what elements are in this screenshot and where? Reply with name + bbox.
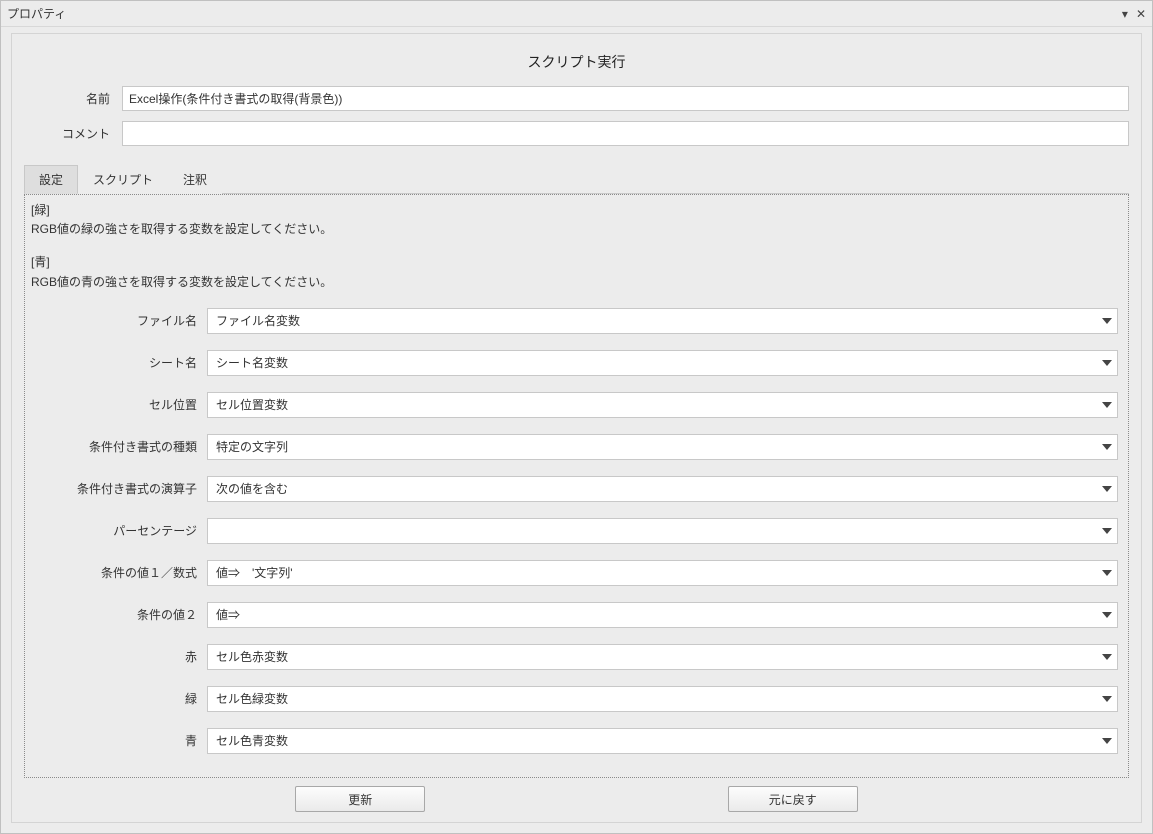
condval2-combo[interactable] [207,602,1118,628]
button-row: 更新 元に戻す [24,778,1129,814]
condtype-label: 条件付き書式の種類 [31,438,199,455]
window-title: プロパティ [7,5,1122,22]
condop-label: 条件付き書式の演算子 [31,480,199,497]
percentage-combo[interactable] [207,518,1118,544]
scroll-area[interactable]: [緑] RGB値の緑の強さを取得する変数を設定してください。 [青] RGB値の… [29,199,1124,773]
condtype-input[interactable] [207,434,1118,460]
cellpos-input[interactable] [207,392,1118,418]
red-input[interactable] [207,644,1118,670]
tab-bar: 設定 スクリプト 注釈 [24,164,1129,194]
titlebar: プロパティ ▾ ✕ [1,1,1152,27]
condval1-combo[interactable] [207,560,1118,586]
condval1-input[interactable] [207,560,1118,586]
red-row: 赤 [31,644,1118,670]
blue-combo[interactable] [207,728,1118,754]
name-label: 名前 [24,90,114,107]
name-row: 名前 [24,86,1129,111]
comment-label: コメント [24,125,114,142]
update-button[interactable]: 更新 [295,786,425,812]
condval2-label: 条件の値２ [31,606,199,623]
filename-label: ファイル名 [31,312,199,329]
cellpos-row: セル位置 [31,392,1118,418]
red-combo[interactable] [207,644,1118,670]
blue-desc-text: RGB値の青の強さを取得する変数を設定してください。 [31,273,1120,292]
percentage-input[interactable] [207,518,1118,544]
blue-label: 青 [31,732,199,749]
sheetname-label: シート名 [31,354,199,371]
condval2-row: 条件の値２ [31,602,1118,628]
tab-content: [緑] RGB値の緑の強さを取得する変数を設定してください。 [青] RGB値の… [24,194,1129,778]
description-block: [緑] RGB値の緑の強さを取得する変数を設定してください。 [青] RGB値の… [31,201,1120,292]
condval2-input[interactable] [207,602,1118,628]
cellpos-label: セル位置 [31,396,199,413]
tab-script[interactable]: スクリプト [78,165,168,194]
percentage-label: パーセンテージ [31,522,199,539]
tab-annotation[interactable]: 注釈 [168,165,222,194]
condval1-label: 条件の値１／数式 [31,564,199,581]
green-input[interactable] [207,686,1118,712]
green-desc-text: RGB値の緑の強さを取得する変数を設定してください。 [31,220,1120,239]
name-input[interactable] [122,86,1129,111]
filename-row: ファイル名 [31,308,1118,334]
cellpos-combo[interactable] [207,392,1118,418]
dropdown-icon[interactable]: ▾ [1122,8,1128,20]
revert-button[interactable]: 元に戻す [728,786,858,812]
blue-input[interactable] [207,728,1118,754]
properties-window: プロパティ ▾ ✕ スクリプト実行 名前 コメント 設定 スクリプト 注釈 [0,0,1153,834]
red-label: 赤 [31,648,199,665]
filename-combo[interactable] [207,308,1118,334]
filename-input[interactable] [207,308,1118,334]
condtype-row: 条件付き書式の種類 [31,434,1118,460]
green-combo[interactable] [207,686,1118,712]
comment-row: コメント [24,121,1129,146]
header-fields: 名前 コメント [24,86,1129,146]
green-label: 緑 [31,690,199,707]
condop-row: 条件付き書式の演算子 [31,476,1118,502]
green-desc-label: [緑] [31,201,1120,220]
condval1-row: 条件の値１／数式 [31,560,1118,586]
panel-title: スクリプト実行 [24,42,1129,86]
form-rows: ファイル名 シート名 セル位置 [31,308,1120,754]
condop-input[interactable] [207,476,1118,502]
window-controls: ▾ ✕ [1122,8,1146,20]
tab-settings[interactable]: 設定 [24,165,78,194]
blue-desc-label: [青] [31,253,1120,272]
close-icon[interactable]: ✕ [1136,8,1146,20]
green-row: 緑 [31,686,1118,712]
blue-row: 青 [31,728,1118,754]
comment-input[interactable] [122,121,1129,146]
sheetname-row: シート名 [31,350,1118,376]
main-panel: スクリプト実行 名前 コメント 設定 スクリプト 注釈 [緑] RGB値の緑の強… [11,33,1142,823]
percentage-row: パーセンテージ [31,518,1118,544]
condop-combo[interactable] [207,476,1118,502]
sheetname-combo[interactable] [207,350,1118,376]
sheetname-input[interactable] [207,350,1118,376]
condtype-combo[interactable] [207,434,1118,460]
